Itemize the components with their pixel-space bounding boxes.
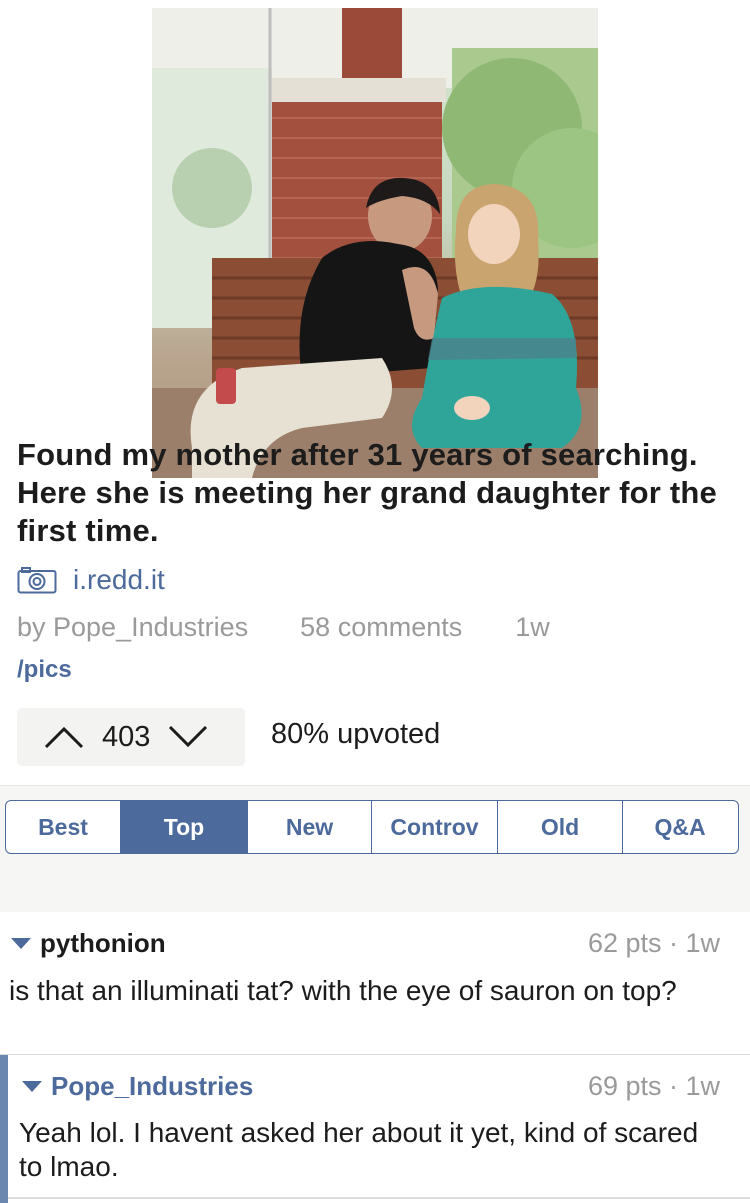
comment: pythonion 62 pts · 1w is that an illumin… <box>0 912 750 1054</box>
post-meta: by Pope_Industries 58 comments 1w <box>17 612 550 643</box>
comment-author[interactable]: pythonion <box>11 928 166 959</box>
comment-author-name[interactable]: Pope_Industries <box>51 1071 253 1102</box>
tab-old[interactable]: Old <box>498 801 623 853</box>
tab-controv[interactable]: Controv <box>372 801 498 853</box>
post-author[interactable]: by Pope_Industries <box>17 612 248 643</box>
camera-icon <box>17 567 57 594</box>
post-domain[interactable]: i.redd.it <box>73 564 165 596</box>
comment-reply: Pope_Industries 69 pts · 1w Yeah lol. I … <box>0 1055 750 1203</box>
comment-author[interactable]: Pope_Industries <box>22 1071 253 1102</box>
tab-best[interactable]: Best <box>6 801 121 853</box>
comment-body: Yeah lol. I havent asked her about it ye… <box>19 1117 699 1182</box>
post-image[interactable] <box>152 8 598 478</box>
sort-tabs: Best Top New Controv Old Q&A <box>5 800 739 854</box>
post-subreddit[interactable]: /pics <box>17 656 72 684</box>
tab-qa[interactable]: Q&A <box>623 801 737 853</box>
tab-top[interactable]: Top <box>121 801 248 853</box>
post-age: 1w <box>515 612 550 642</box>
post-link[interactable]: i.redd.it <box>17 562 165 598</box>
comment-author-name[interactable]: pythonion <box>40 928 166 959</box>
up-arrow-icon[interactable] <box>44 725 84 749</box>
post-score: 403 <box>102 720 151 753</box>
comment-body: is that an illuminati tat? with the eye … <box>9 975 677 1006</box>
post-title[interactable]: Found my mother after 31 years of search… <box>17 436 733 550</box>
upvote-ratio: 80% upvoted <box>271 718 441 750</box>
vote-box: 403 <box>17 708 245 766</box>
tab-new[interactable]: New <box>248 801 372 853</box>
comment-points: 62 pts · 1w <box>587 928 720 958</box>
photo-illustration <box>152 8 598 478</box>
down-arrow-icon[interactable] <box>168 725 208 749</box>
comment-points: 69 pts · 1w <box>587 1071 720 1101</box>
post-comment-count[interactable]: 58 comments <box>300 612 462 643</box>
collapse-triangle-icon[interactable] <box>11 938 31 949</box>
divider <box>8 1197 750 1199</box>
collapse-triangle-icon[interactable] <box>22 1081 42 1092</box>
